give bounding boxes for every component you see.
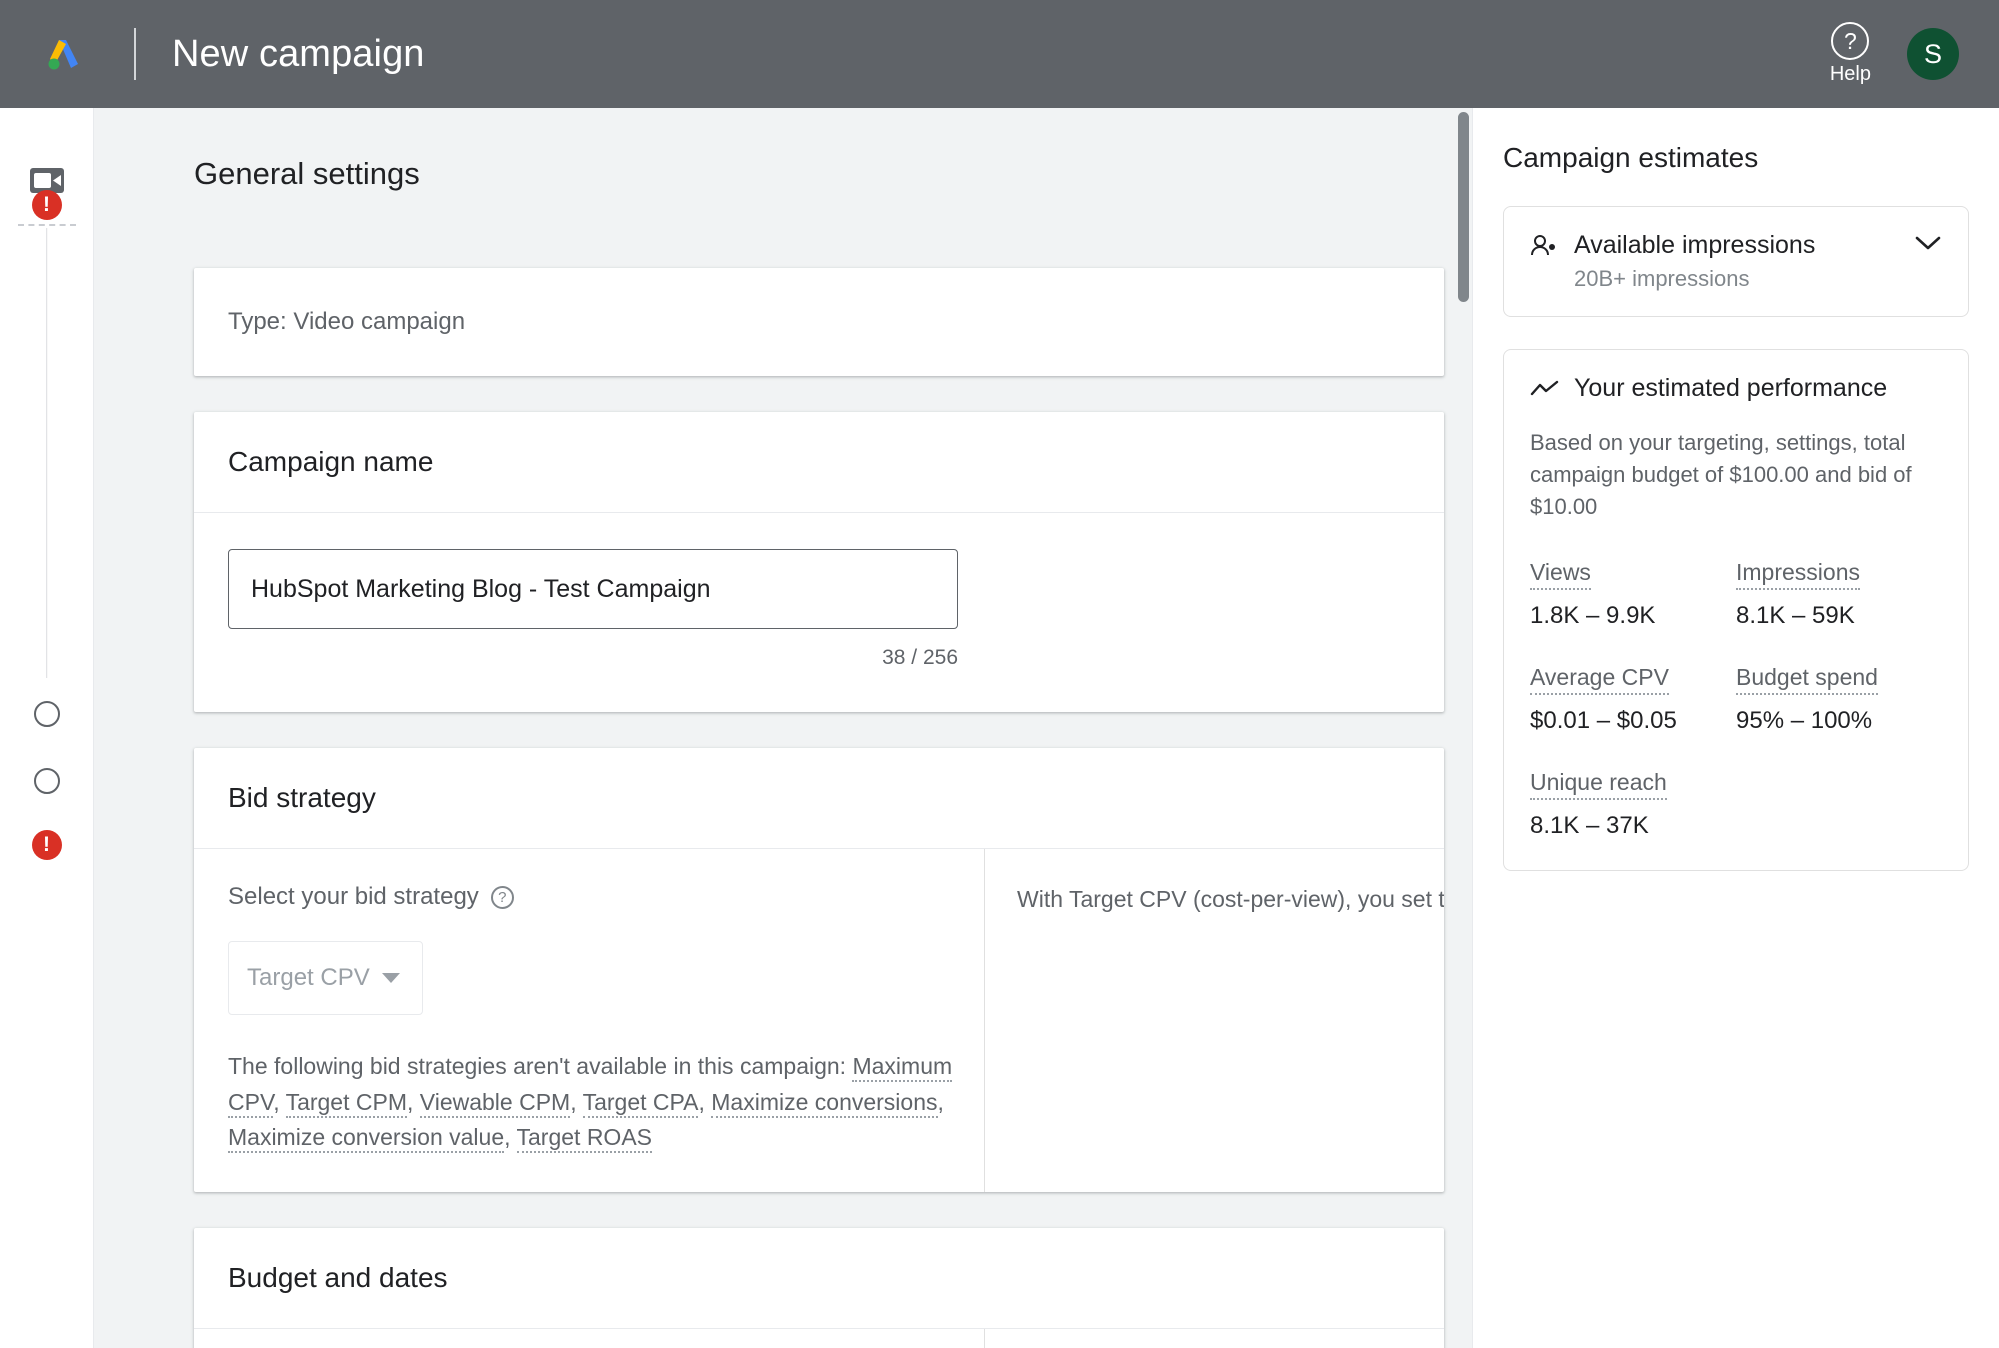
metric-label[interactable]: Unique reach — [1530, 769, 1667, 800]
bid-strategy-field-label: Select your bid strategy — [228, 883, 479, 910]
chevron-down-icon — [381, 973, 400, 983]
section-heading-general-settings: General settings — [194, 156, 420, 191]
unavailable-item-viewable-cpm[interactable]: Viewable CPM — [419, 1088, 571, 1118]
available-impressions-title: Available impressions — [1574, 231, 1816, 259]
chevron-down-icon[interactable] — [1914, 234, 1942, 257]
avatar[interactable]: S — [1907, 28, 1959, 80]
google-ads-logo-icon[interactable] — [44, 31, 90, 77]
metric-value: 8.1K – 59K — [1736, 601, 1855, 629]
campaign-name-input[interactable] — [228, 549, 958, 629]
bid-strategy-select[interactable]: Target CPV — [228, 941, 423, 1015]
campaign-estimates-panel: Campaign estimates Available impressions… — [1472, 108, 1999, 1348]
campaign-name-card: Campaign name 38 / 256 — [194, 412, 1444, 712]
rail-dashed-divider — [18, 224, 76, 226]
metric-label[interactable]: Average CPV — [1530, 664, 1669, 695]
metric-label[interactable]: Views — [1530, 559, 1591, 590]
metric-row: Average CPV $0.01 – $0.05 Budget spend 9… — [1530, 664, 1942, 735]
metric-average-cpv: Average CPV $0.01 – $0.05 — [1530, 664, 1736, 735]
budget-and-dates-title: Budget and dates — [194, 1228, 1444, 1329]
main-content-scroll-area[interactable]: General settings Type: Video campaign Ca… — [94, 108, 1472, 1348]
metric-views: Views 1.8K – 9.9K — [1530, 559, 1736, 630]
question-mark-icon: ? — [1831, 22, 1870, 60]
campaign-estimates-title: Campaign estimates — [1503, 142, 1759, 173]
estimated-performance-card: Your estimated performance Based on your… — [1503, 349, 1969, 871]
rail-step-circle-1[interactable] — [33, 701, 60, 727]
unavailable-item-target-cpa[interactable]: Target CPA — [582, 1088, 699, 1118]
metric-unique-reach: Unique reach 8.1K – 37K — [1530, 769, 1736, 840]
bid-strategy-title: Bid strategy — [194, 748, 1444, 849]
available-impressions-subtitle: 20B+ impressions — [1574, 266, 1750, 291]
rail-step-circle-2[interactable] — [33, 768, 60, 794]
metric-row: Unique reach 8.1K – 37K — [1530, 769, 1942, 840]
campaign-type-text: Type: Video campaign — [228, 308, 466, 335]
campaign-name-title: Campaign name — [194, 412, 1444, 513]
metric-label[interactable]: Impressions — [1736, 559, 1860, 590]
character-counter: 38 / 256 — [882, 646, 958, 669]
unavailable-item-maximize-conversion-value[interactable]: Maximize conversion value — [228, 1124, 505, 1154]
metric-value: $0.01 – $0.05 — [1530, 706, 1677, 734]
campaign-type-card: Type: Video campaign — [194, 268, 1444, 376]
estimated-performance-description: Based on your targeting, settings, total… — [1530, 430, 1912, 519]
unavailable-item-maximize-conversions[interactable]: Maximize conversions — [711, 1088, 938, 1118]
bid-strategy-help-text: With Target CPV (cost-per-view), you set… — [1017, 886, 1444, 912]
metric-empty-slot — [1736, 769, 1942, 840]
error-exclamation-icon: ! — [43, 832, 50, 856]
metric-value: 1.8K – 9.9K — [1530, 601, 1656, 629]
metric-value: 95% – 100% — [1736, 706, 1873, 734]
bid-strategy-card: Bid strategy Select your bid strategy ? … — [194, 748, 1444, 1192]
question-mark-icon[interactable]: ? — [490, 885, 514, 909]
rail-connector-line — [45, 228, 48, 678]
metric-value: 8.1K – 37K — [1530, 811, 1649, 839]
page-title: New campaign — [172, 32, 425, 75]
main-scrollbar-track[interactable] — [1455, 108, 1472, 1348]
main-scrollbar-thumb[interactable] — [1458, 112, 1469, 302]
left-nav-rail: ! ! — [0, 108, 94, 1348]
header-divider — [134, 28, 136, 80]
unavailable-item-target-cpm[interactable]: Target CPM — [285, 1088, 407, 1118]
app-header: New campaign ? Help S — [0, 0, 1999, 108]
rail-error-badge-bottom[interactable]: ! — [31, 830, 62, 860]
metric-impressions: Impressions 8.1K – 59K — [1736, 559, 1942, 630]
budget-and-dates-card: Budget and dates Enter budget type and a… — [194, 1227, 1444, 1348]
metric-label[interactable]: Budget spend — [1736, 664, 1878, 695]
people-icon — [1530, 234, 1560, 258]
help-label: Help — [1829, 63, 1871, 85]
error-exclamation-icon: ! — [43, 192, 50, 216]
rail-error-badge-top[interactable]: ! — [31, 190, 62, 220]
bid-strategy-selected-value: Target CPV — [247, 964, 370, 991]
metric-row: Views 1.8K – 9.9K Impressions 8.1K – 59K — [1530, 559, 1942, 630]
unavailable-bid-strategies: The following bid strategies aren't avai… — [228, 1049, 984, 1156]
help-button[interactable]: ? Help — [1830, 22, 1871, 86]
metric-budget-spend: Budget spend 95% – 100% — [1736, 664, 1942, 735]
available-impressions-card[interactable]: Available impressions 20B+ impressions — [1503, 206, 1969, 317]
unavailable-item-target-roas[interactable]: Target ROAS — [516, 1124, 652, 1154]
unavailable-prefix-text: The following bid strategies aren't avai… — [228, 1053, 853, 1079]
estimated-performance-title: Your estimated performance — [1574, 374, 1888, 402]
estimated-performance-metrics: Views 1.8K – 9.9K Impressions 8.1K – 59K… — [1530, 559, 1942, 840]
trend-line-icon — [1530, 379, 1560, 399]
